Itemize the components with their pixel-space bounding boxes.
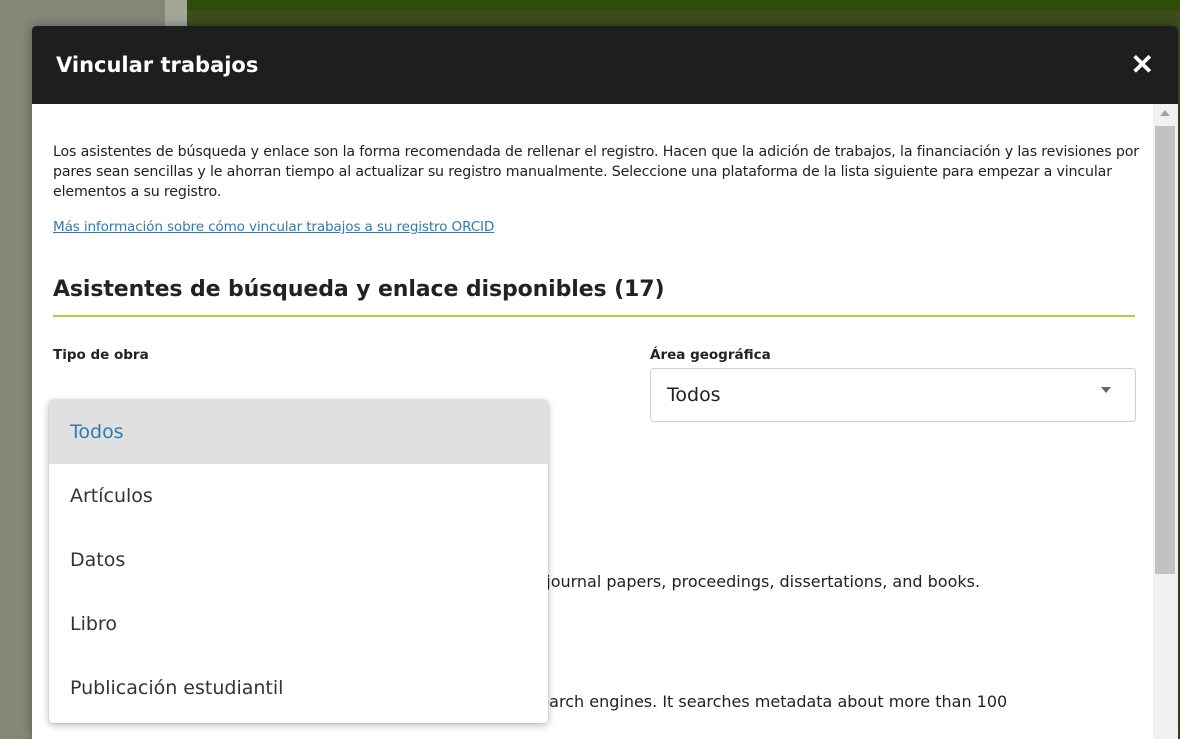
background-page-top xyxy=(187,0,1180,10)
section-title: Asistentes de búsqueda y enlace disponib… xyxy=(53,277,1135,317)
modal-header: Vincular trabajos ✕ xyxy=(32,26,1178,104)
dropdown-option-articulos[interactable]: Artículos xyxy=(49,464,548,528)
geo-area-label: Área geográfica xyxy=(650,347,771,363)
geo-area-select[interactable]: Todos xyxy=(650,368,1136,422)
close-icon[interactable]: ✕ xyxy=(1131,51,1154,79)
scroll-up-arrow-icon[interactable] xyxy=(1160,110,1170,116)
modal-title: Vincular trabajos xyxy=(56,53,259,77)
geo-area-value: Todos xyxy=(667,384,721,406)
work-type-label: Tipo de obra xyxy=(53,347,149,363)
dropdown-option-datos[interactable]: Datos xyxy=(49,528,548,592)
dropdown-option-libro[interactable]: Libro xyxy=(49,592,548,656)
dropdown-option-publicacion-estudiantil[interactable]: Publicación estudiantil xyxy=(49,656,548,720)
search-link-description: search engines. It searches metadata abo… xyxy=(531,692,1008,711)
work-type-dropdown: Todos Artículos Datos Libro Publicación … xyxy=(49,400,548,723)
chevron-down-icon xyxy=(1101,387,1111,393)
intro-text: Los asistentes de búsqueda y enlace son … xyxy=(53,144,1139,200)
scrollbar-thumb[interactable] xyxy=(1155,126,1175,574)
more-info-link[interactable]: Más información sobre cómo vincular trab… xyxy=(53,219,1135,235)
dropdown-option-todos[interactable]: Todos xyxy=(49,400,548,464)
search-link-description: g journal papers, proceedings, dissertat… xyxy=(531,572,981,591)
scrollbar[interactable] xyxy=(1153,104,1178,739)
